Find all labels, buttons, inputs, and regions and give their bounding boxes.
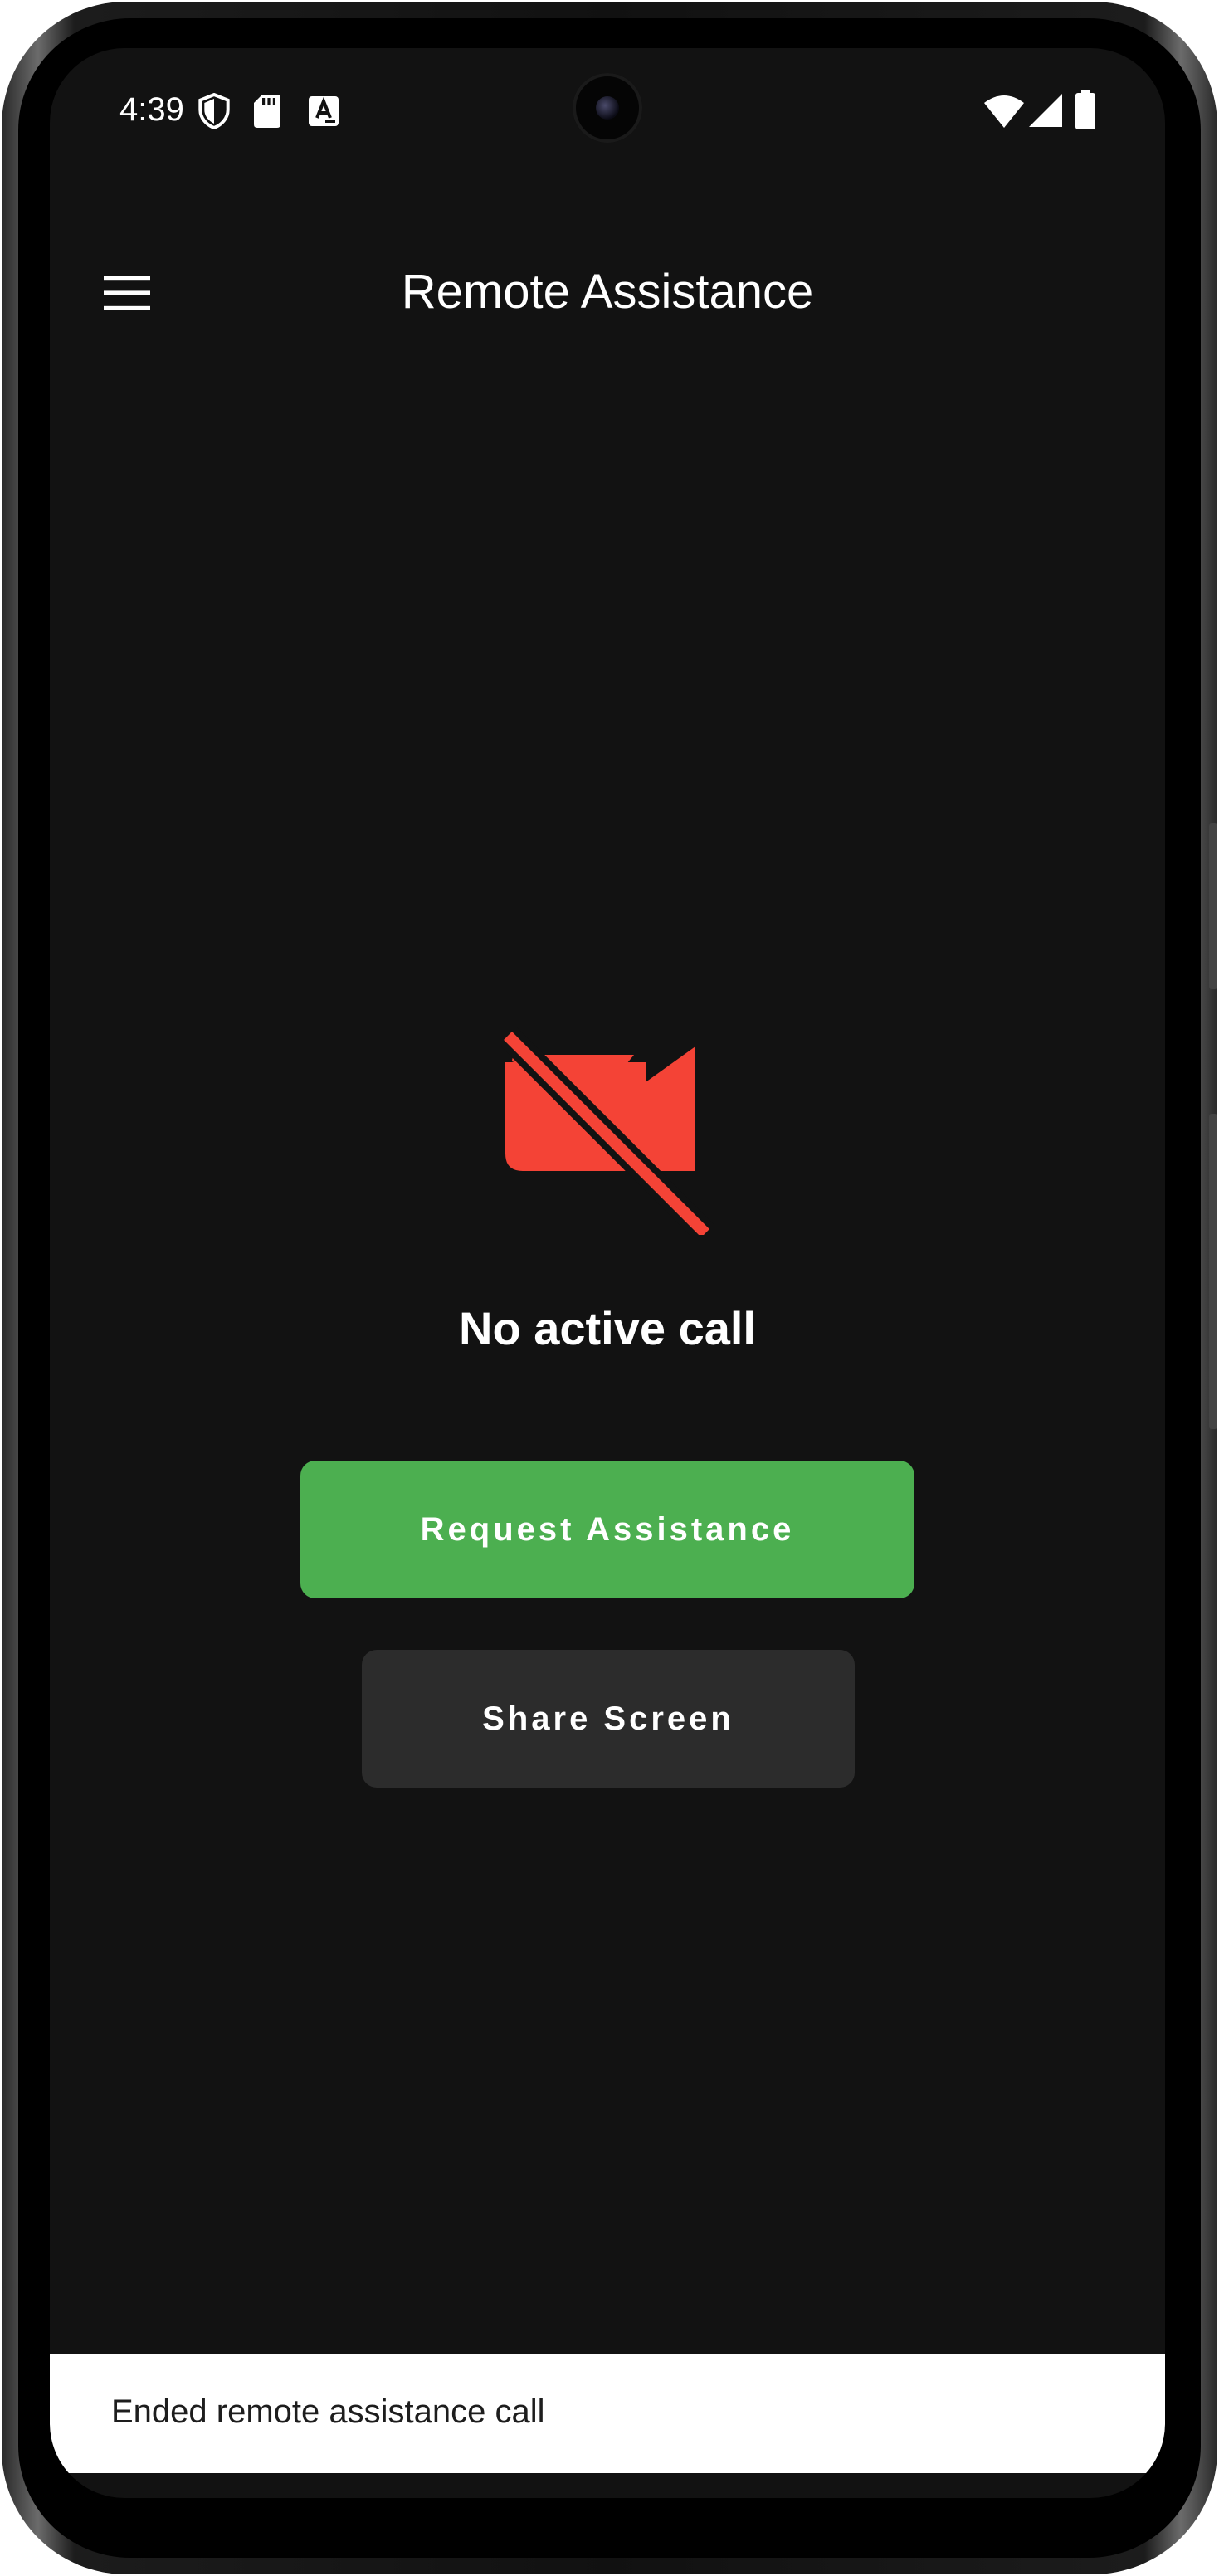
- volume-button: [1209, 1114, 1217, 1429]
- keyboard-a-icon: [309, 96, 339, 126]
- phone-frame: 4:39 Remote Assistance No active call Re…: [2, 2, 1217, 2574]
- share-screen-label: Share Screen: [482, 1700, 734, 1737]
- front-camera: [573, 73, 642, 143]
- sd-card-icon: [254, 95, 280, 128]
- page-title: Remote Assistance: [401, 265, 814, 319]
- snackbar: Ended remote assistance call: [50, 2354, 1165, 2473]
- request-assistance-button[interactable]: Request Assistance: [300, 1461, 914, 1598]
- wifi-icon: [984, 95, 1024, 128]
- status-time: 4:39: [119, 91, 184, 128]
- snackbar-message: Ended remote assistance call: [111, 2393, 545, 2430]
- screen: 4:39 Remote Assistance No active call Re…: [50, 48, 1165, 2498]
- battery-icon: [1075, 90, 1095, 129]
- cell-signal-icon: [1029, 94, 1062, 127]
- shield-icon: [198, 93, 230, 129]
- app-bar: Remote Assistance: [50, 231, 1165, 355]
- request-assistance-label: Request Assistance: [420, 1510, 795, 1548]
- power-button: [1209, 823, 1217, 989]
- videocam-off-icon: [499, 1027, 714, 1235]
- share-screen-button[interactable]: Share Screen: [362, 1650, 855, 1788]
- status-bar: 4:39: [50, 48, 1165, 181]
- call-status-text: No active call: [459, 1302, 756, 1354]
